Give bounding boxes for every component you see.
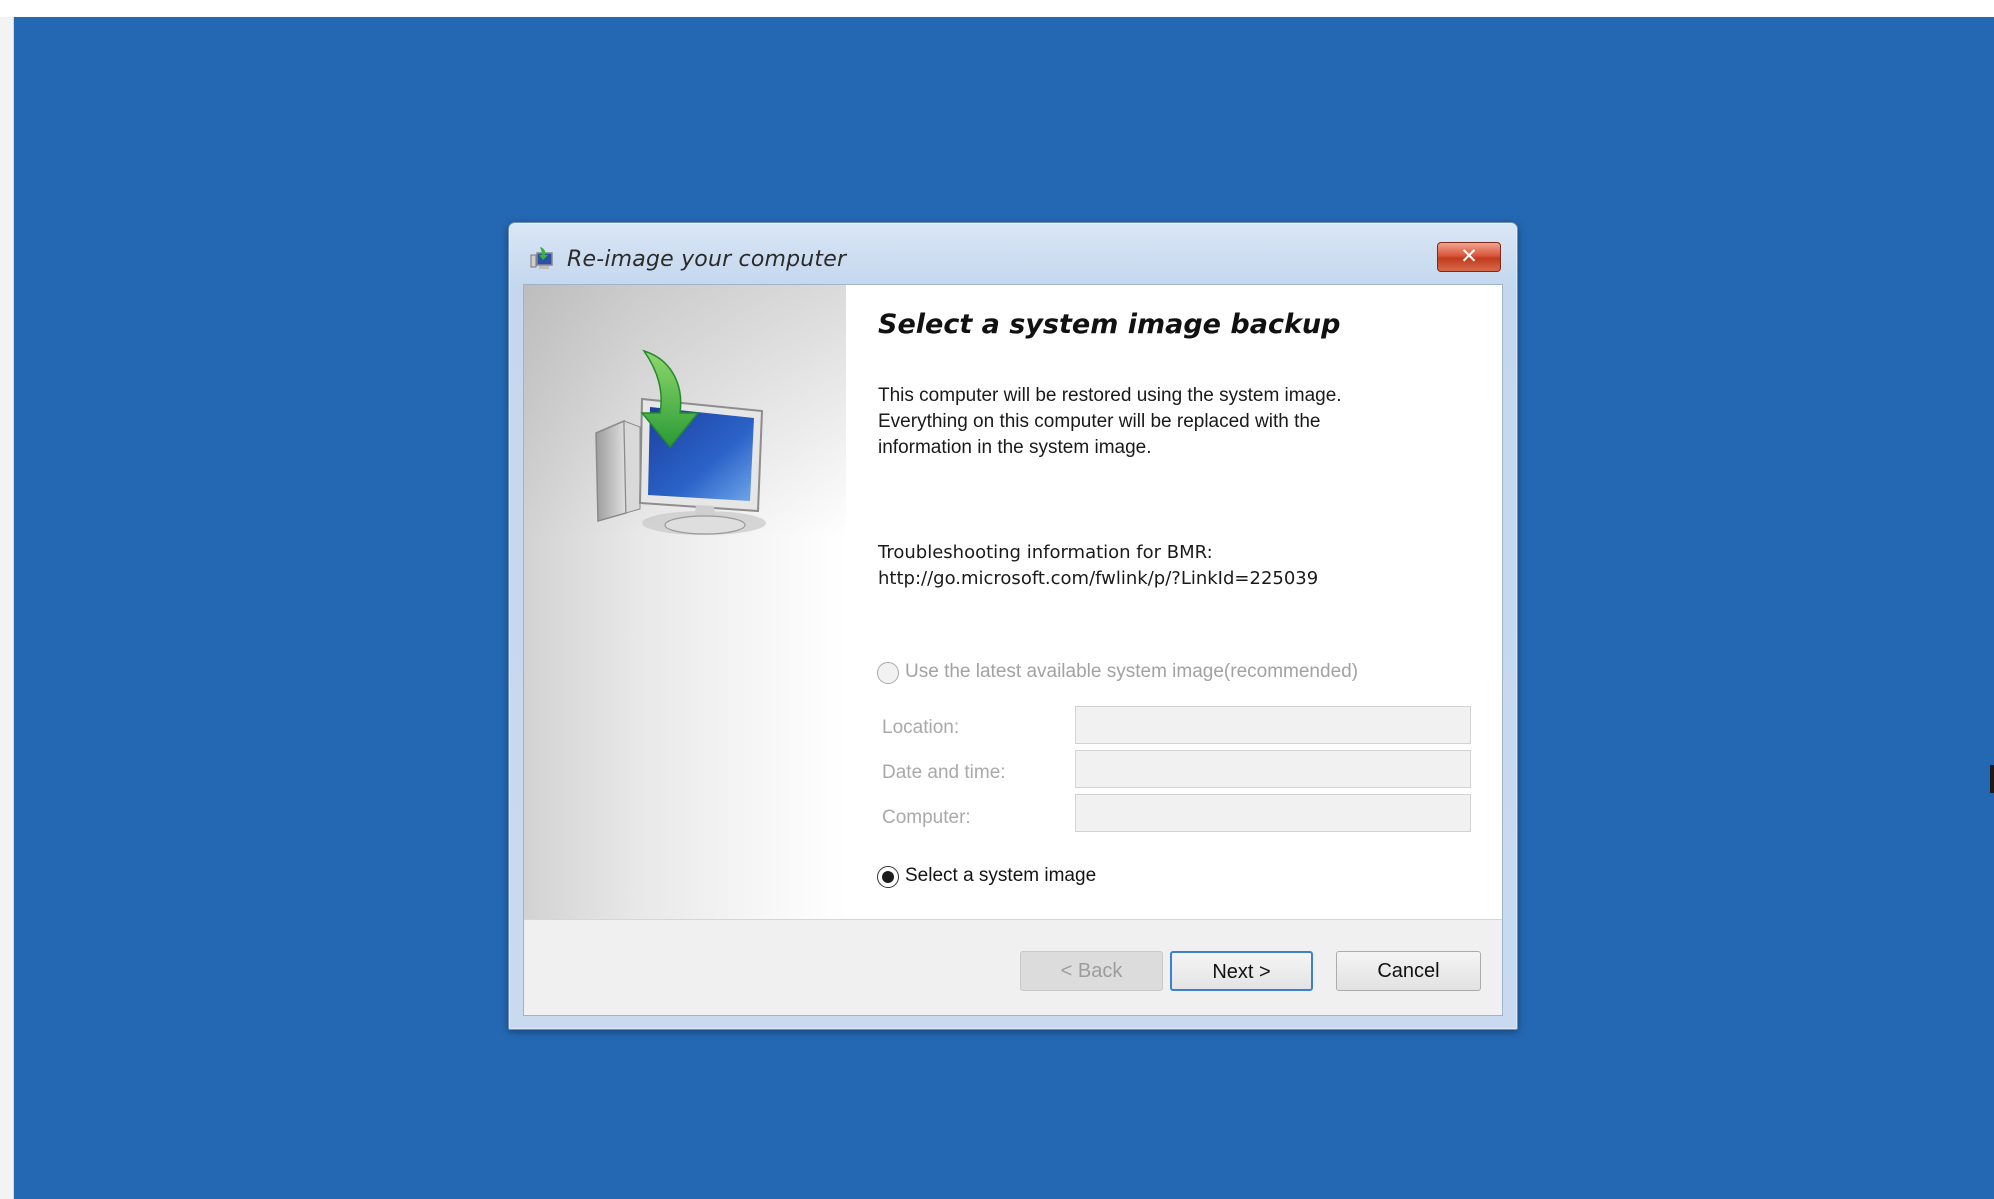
window-left-edge [0, 17, 14, 1199]
radio-latest-image-label: Use the latest available system image(re… [905, 661, 1359, 682]
dialog-title: Re-image your computer [567, 247, 847, 272]
radio-latest-image[interactable] [877, 662, 899, 684]
title-bar[interactable]: Re-image your computer ✕ [509, 223, 1517, 285]
troubleshooting-label: Troubleshooting information for BMR: [878, 542, 1213, 563]
computer-label: Computer: [882, 807, 971, 828]
computer-field [1075, 794, 1471, 832]
next-button[interactable]: Next > [1170, 951, 1313, 991]
troubleshooting-link[interactable]: http://go.microsoft.com/fwlink/p/?LinkId… [878, 568, 1318, 589]
page-heading: Select a system image backup [878, 309, 1341, 340]
reimage-app-icon [530, 247, 553, 269]
date-time-label: Date and time: [882, 762, 1006, 783]
computer-restore-icon [595, 349, 766, 535]
location-field [1075, 706, 1471, 744]
cancel-button[interactable]: Cancel [1336, 951, 1481, 991]
button-bar: < Back Next > Cancel [524, 919, 1502, 1015]
radio-select-image-label[interactable]: Select a system image [905, 865, 1096, 887]
location-label: Location: [882, 717, 960, 738]
radio-select-image[interactable] [877, 866, 899, 888]
close-button[interactable]: ✕ [1437, 242, 1501, 272]
scroll-edge-marker [1990, 765, 1994, 793]
reimage-dialog: Re-image your computer ✕ Select a system… [508, 222, 1518, 1030]
date-time-field [1075, 750, 1471, 788]
back-button: < Back [1020, 951, 1163, 991]
restore-description: This computer will be restored using the… [878, 385, 1342, 458]
dialog-client-area: Select a system image backup This comput… [523, 284, 1503, 1016]
wizard-side-panel [524, 285, 846, 919]
